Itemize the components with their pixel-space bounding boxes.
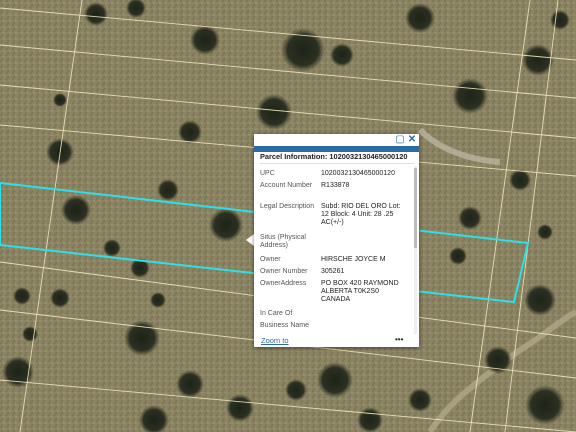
attribute-value: HIRSCHE JOYCE M xyxy=(321,256,386,263)
popup-title: Parcel Information: 1020032130465000120 xyxy=(260,152,408,161)
attribute-key: Owner Number xyxy=(260,268,308,275)
attribute-key: OwnerAddress xyxy=(260,280,307,287)
attribute-value: 1020032130465000120 xyxy=(321,170,395,177)
popup-header: ▢ ✕ xyxy=(254,134,419,146)
close-icon[interactable]: ✕ xyxy=(407,135,417,145)
attribute-value: Subd: RIO DEL ORO Lot: 12 Block: 4 Unit:… xyxy=(321,203,401,226)
attribute-key: Legal Description xyxy=(260,203,315,210)
attribute-value: PO BOX 420 RAYMOND ALBERTA T0K2S0 CANADA xyxy=(321,280,399,303)
popup-footer: Zoom to ••• xyxy=(254,335,419,347)
divider xyxy=(260,163,414,164)
scrollbar-thumb[interactable] xyxy=(414,168,417,248)
zoom-to-link[interactable]: Zoom to xyxy=(261,336,289,345)
attribute-value: R133878 xyxy=(321,182,350,189)
popup-scrollbar[interactable] xyxy=(414,166,417,334)
popup-attributes[interactable]: UPC 1020032130465000120 Account Number R… xyxy=(254,166,414,334)
attribute-key: UPC xyxy=(260,170,275,177)
more-actions-button[interactable]: ••• xyxy=(395,335,403,344)
attribute-key: Situs (Physical Address) xyxy=(260,234,306,249)
attribute-key: In Care Of xyxy=(260,310,293,317)
parcel-popup: ▢ ✕ Parcel Information: 1020032130465000… xyxy=(254,134,419,347)
popup-pointer xyxy=(246,234,254,246)
attribute-key: Owner xyxy=(260,256,281,263)
attribute-key: Business Name xyxy=(260,322,310,329)
attribute-key: Account Number xyxy=(260,182,313,189)
attribute-value: 305261 xyxy=(321,268,345,275)
maximize-icon[interactable]: ▢ xyxy=(395,135,405,145)
